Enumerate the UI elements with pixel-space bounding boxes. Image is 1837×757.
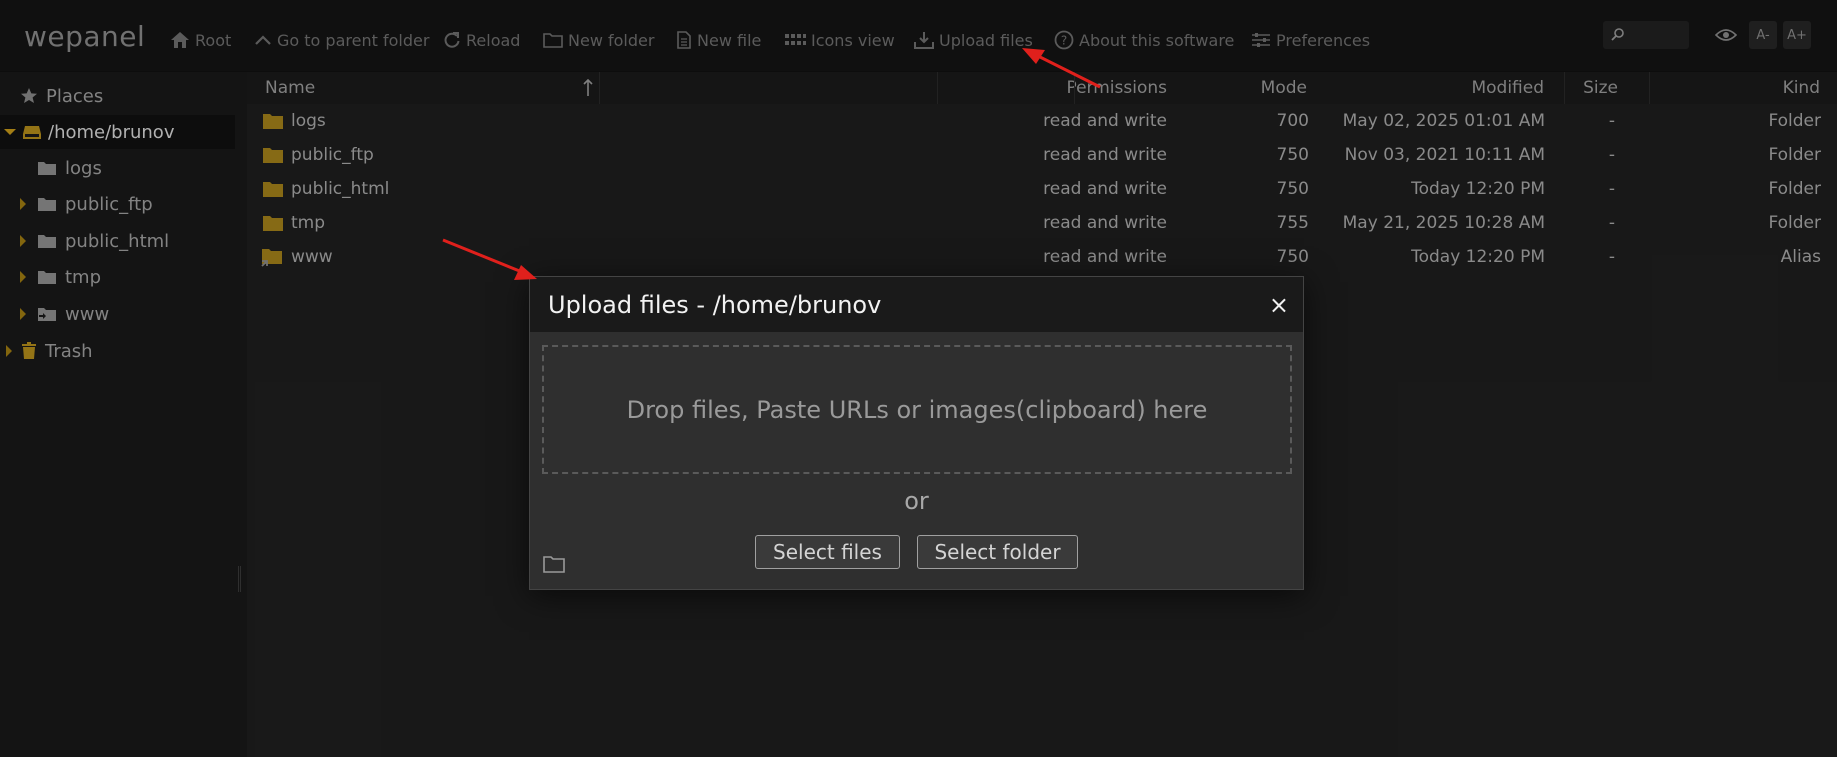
select-files-button[interactable]: Select files: [755, 535, 900, 569]
dropzone-text: Drop files, Paste URLs or images(clipboa…: [626, 395, 1208, 424]
upload-dialog-title: Upload files - /home/brunov: [548, 291, 882, 319]
select-folder-button[interactable]: Select folder: [917, 535, 1078, 569]
upload-dialog-header: Upload files - /home/brunov ×: [530, 277, 1303, 332]
folder-outline-icon[interactable]: [543, 555, 565, 573]
or-separator: or: [904, 487, 929, 515]
upload-dialog: Upload files - /home/brunov × Drop files…: [529, 276, 1304, 590]
close-icon[interactable]: ×: [1269, 291, 1289, 319]
upload-dropzone[interactable]: Drop files, Paste URLs or images(clipboa…: [542, 345, 1292, 474]
